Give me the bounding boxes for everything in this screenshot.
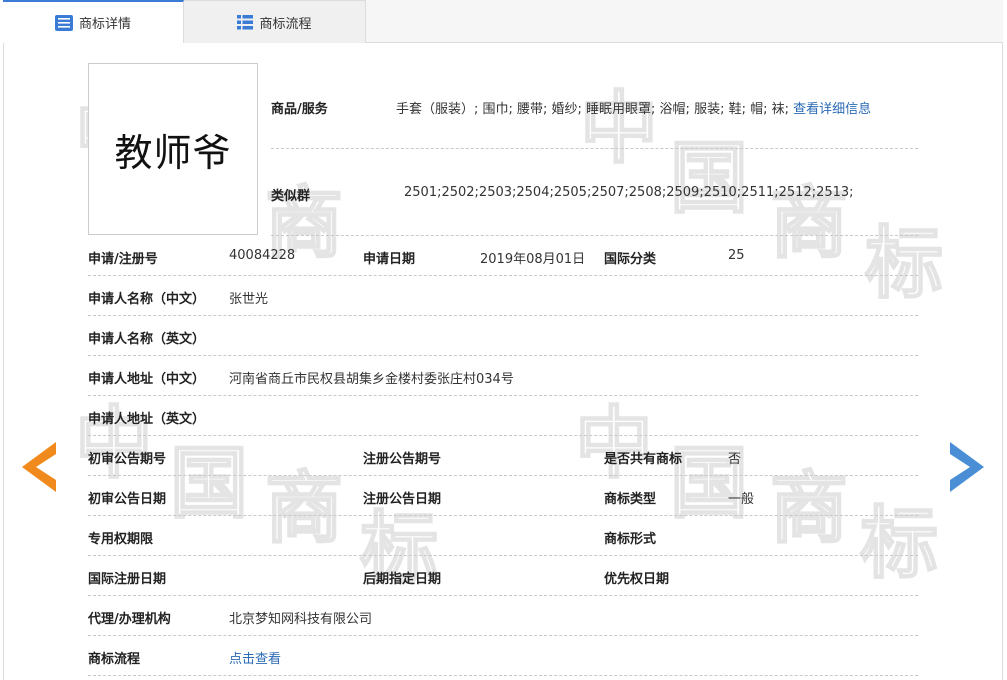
- divider: [88, 635, 918, 636]
- prelim-date-label: 初审公告日期: [88, 492, 167, 507]
- address-en-label: 申请人地址（英文）: [88, 412, 206, 427]
- grid-list-icon: [237, 14, 254, 30]
- form-label: 商标形式: [604, 532, 657, 547]
- divider: [88, 275, 918, 276]
- applicant-en-label: 申请人名称（英文）: [88, 332, 206, 347]
- flow-label: 商标流程: [88, 652, 141, 667]
- address-cn-label: 申请人地址（中文）: [88, 372, 206, 387]
- divider: [88, 515, 918, 516]
- trademark-logo-text: 教师爷: [114, 130, 232, 175]
- type-label: 商标类型: [604, 492, 657, 507]
- tab-label: 商标流程: [259, 16, 312, 32]
- similar-group-label: 类似群: [271, 189, 311, 204]
- agent-label: 代理/办理机构: [88, 612, 171, 627]
- divider: [88, 315, 918, 316]
- divider: [271, 235, 918, 236]
- list-icon: [54, 14, 73, 31]
- tab-label: 商标详情: [78, 17, 131, 32]
- applicant-cn-label: 申请人名称（中文）: [88, 292, 206, 307]
- chevron-left-icon: [22, 442, 56, 492]
- prev-button[interactable]: [22, 442, 56, 496]
- similar-group-value: 2501;2502;2503;2504;2505;2507;2508;2509;…: [404, 185, 854, 200]
- later-date-label: 后期指定日期: [363, 572, 442, 587]
- reg-no-value: 40084228: [229, 248, 296, 263]
- excl-period-label: 专用权期限: [88, 532, 154, 547]
- divider: [88, 675, 918, 676]
- trademark-image: 教师爷: [88, 63, 258, 235]
- tab-trademark-flow[interactable]: 商标流程: [184, 0, 366, 43]
- divider: [88, 435, 918, 436]
- divider: [88, 595, 918, 596]
- agent-value: 北京梦知网科技有限公司: [229, 612, 373, 627]
- goods-label: 商品/服务: [271, 102, 328, 117]
- view-flow-link[interactable]: 点击查看: [229, 648, 281, 667]
- applicant-cn-value: 张世光: [229, 292, 269, 307]
- tab-trademark-detail[interactable]: 商标详情: [3, 0, 184, 43]
- tab-bar: 商标详情 商标流程: [3, 0, 1003, 43]
- apply-date-label: 申请日期: [363, 252, 416, 267]
- reg-pub-no-label: 注册公告期号: [363, 452, 442, 467]
- divider: [271, 148, 918, 149]
- priority-date-label: 优先权日期: [604, 572, 670, 587]
- intl-reg-date-label: 国际注册日期: [88, 572, 167, 587]
- address-cn-value: 河南省商丘市民权县胡集乡金楼村委张庄村034号: [229, 372, 514, 387]
- chevron-right-icon: [950, 442, 984, 492]
- intl-class-label: 国际分类: [604, 252, 657, 267]
- goods-value: 手套（服装）; 围巾; 腰带; 婚纱; 睡眠用眼罩; 浴帽; 服装; 鞋; 帽;…: [396, 98, 871, 117]
- divider: [88, 475, 918, 476]
- goods-text: 手套（服装）; 围巾; 腰带; 婚纱; 睡眠用眼罩; 浴帽; 服装; 鞋; 帽;…: [396, 102, 789, 117]
- shared-label: 是否共有商标: [604, 452, 683, 467]
- prelim-no-label: 初审公告期号: [88, 452, 167, 467]
- view-details-link[interactable]: 查看详细信息: [793, 102, 871, 117]
- type-value: 一般: [728, 492, 755, 507]
- divider: [88, 355, 918, 356]
- divider: [88, 395, 918, 396]
- apply-date-value: 2019年08月01日: [480, 252, 586, 267]
- shared-value: 否: [728, 452, 742, 467]
- reg-pub-date-label: 注册公告日期: [363, 492, 442, 507]
- divider: [88, 555, 918, 556]
- reg-no-label: 申请/注册号: [88, 252, 158, 267]
- intl-class-value: 25: [728, 248, 745, 263]
- next-button[interactable]: [950, 442, 984, 496]
